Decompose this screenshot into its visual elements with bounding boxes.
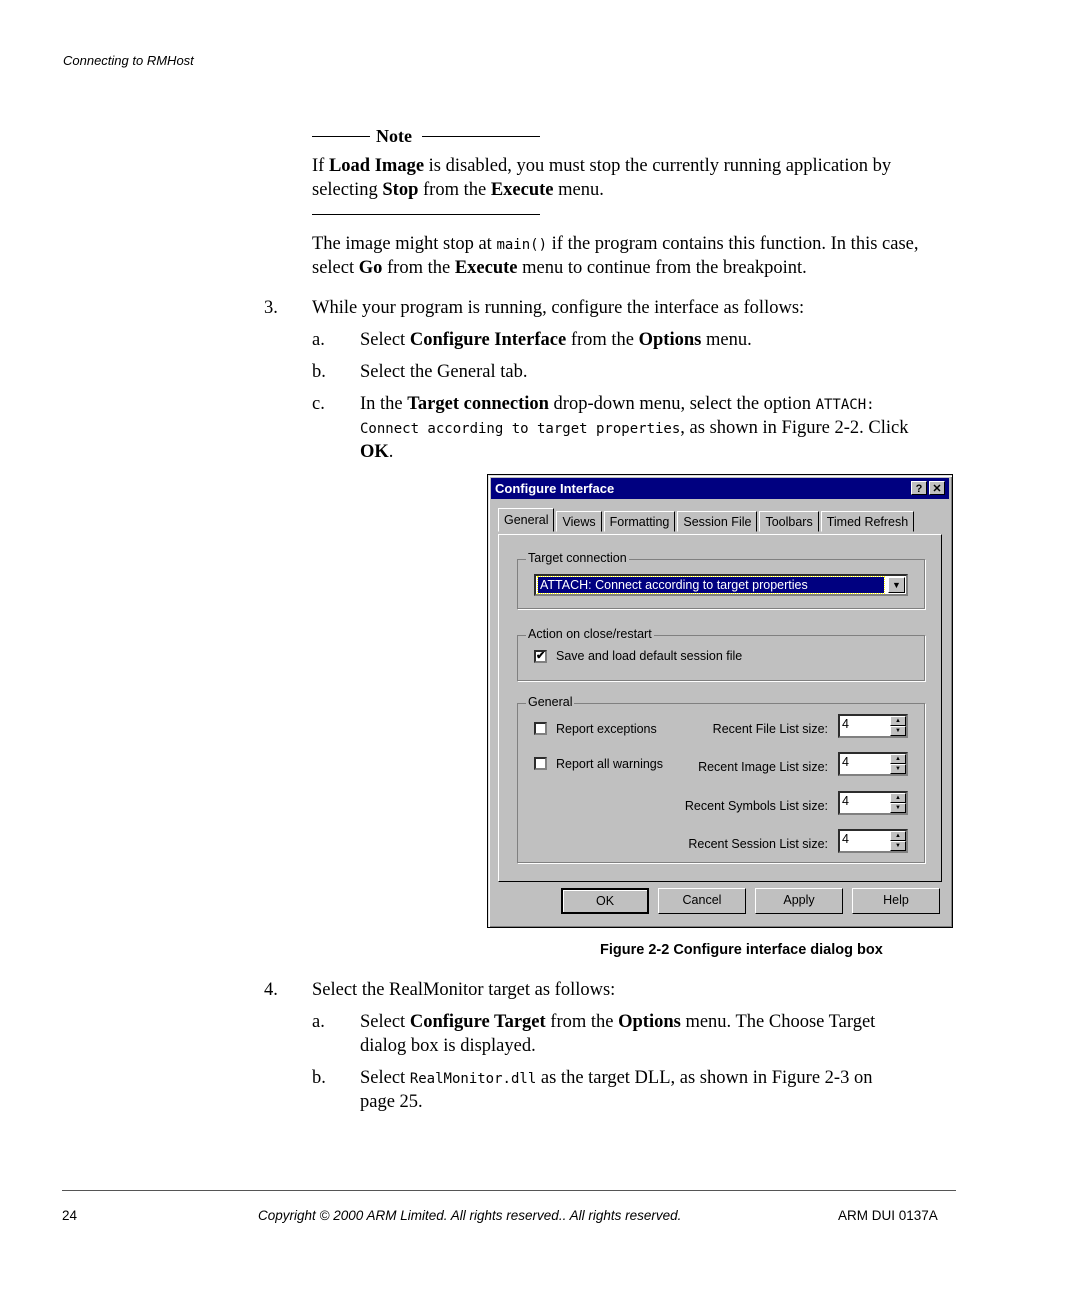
tab-views[interactable]: Views [556,511,602,532]
help-title-button[interactable]: ? [911,481,927,495]
note-body-line1: If Load Image is disabled, you must stop… [312,156,892,176]
para-main-line1: The image might stop at main() if the pr… [312,234,919,254]
para-main-line2: select Go from the Execute menu to conti… [312,258,807,278]
step4-number: 4. [264,980,278,1000]
figure-caption: Figure 2-2 Configure interface dialog bo… [600,942,883,958]
spin-up-icon[interactable]: ▲ [890,716,906,726]
dialog-titlebar: Configure Interface ? ✕ [491,478,949,499]
note-heading: Note [312,126,540,147]
recent-image-label: Recent Image List size: [698,760,828,774]
tab-general[interactable]: General [498,508,555,532]
step3a-label: a. [312,330,325,350]
chevron-down-icon[interactable]: ▼ [888,577,905,593]
step3b-text: Select the General tab. [360,362,528,382]
recent-file-spinner[interactable]: 4 ▲ ▼ [838,714,908,738]
ok-button[interactable]: OK [561,888,649,914]
general-group: General Report exceptions Report all war… [517,695,925,863]
note-body-line2: selecting Stop from the Execute menu. [312,180,604,200]
step4b-text: Select RealMonitor.dll as the target DLL… [360,1068,873,1088]
recent-symbols-spinner[interactable]: 4 ▲ ▼ [838,791,908,815]
recent-session-label: Recent Session List size: [688,837,828,851]
step4b-label: b. [312,1068,326,1088]
recent-image-spinner[interactable]: 4 ▲ ▼ [838,752,908,776]
tab-timed-refresh[interactable]: Timed Refresh [820,511,915,532]
copyright: Copyright © 2000 ARM Limited. All rights… [258,1208,682,1223]
step4a-label: a. [312,1012,325,1032]
step3c-line1: In the Target connection drop-down menu,… [360,394,875,414]
dialog-title: Configure Interface [495,481,615,496]
step3b-label: b. [312,362,326,382]
tab-session-file[interactable]: Session File [677,511,758,532]
step3-text: While your program is running, configure… [312,298,805,318]
tab-formatting[interactable]: Formatting [603,511,676,532]
document-id: ARM DUI 0137A [838,1208,938,1223]
spin-up-icon[interactable]: ▲ [890,793,906,803]
step3a-text: Select Configure Interface from the Opti… [360,330,752,350]
spin-down-icon[interactable]: ▼ [890,803,906,813]
cancel-button[interactable]: Cancel [658,888,746,914]
report-warnings-label: Report all warnings [556,757,663,771]
save-session-label: Save and load default session file [556,649,743,663]
spin-up-icon[interactable]: ▲ [890,754,906,764]
report-exceptions-label: Report exceptions [556,722,657,736]
step4b-line2: page 25. [360,1092,423,1112]
report-exceptions-checkbox[interactable] [534,722,547,735]
step4-text: Select the RealMonitor target as follows… [312,980,616,1000]
report-warnings-checkbox[interactable] [534,757,547,770]
close-icon[interactable]: ✕ [929,481,945,495]
general-tab-panel: Target connection ATTACH: Connect accord… [498,534,942,882]
configure-interface-dialog: Configure Interface ? ✕ General Views Fo… [487,474,953,928]
recent-symbols-label: Recent Symbols List size: [684,799,828,813]
step3c-label: c. [312,394,325,414]
save-session-checkbox[interactable]: ✔ [534,650,547,663]
recent-session-spinner[interactable]: 4 ▲ ▼ [838,829,908,853]
spin-down-icon[interactable]: ▼ [890,726,906,736]
spin-down-icon[interactable]: ▼ [890,841,906,851]
apply-button[interactable]: Apply [755,888,843,914]
step4a-text: Select Configure Target from the Options… [360,1012,876,1032]
recent-file-label: Recent File List size: [712,722,828,736]
tab-strip: General Views Formatting Session File To… [498,508,916,535]
step4a-line2: dialog box is displayed. [360,1036,536,1056]
step3c-line3: OK. [360,442,394,462]
page-number: 24 [62,1208,78,1223]
note-rule [312,214,540,215]
step3-number: 3. [264,298,278,318]
help-button[interactable]: Help [852,888,940,914]
spin-up-icon[interactable]: ▲ [890,831,906,841]
target-connection-select[interactable]: ATTACH: Connect according to target prop… [534,574,908,596]
tab-toolbars[interactable]: Toolbars [759,511,819,532]
spin-down-icon[interactable]: ▼ [890,764,906,774]
step3c-line2: Connect according to target properties, … [360,418,909,438]
running-header: Connecting to RMHost [63,53,194,68]
target-connection-group: Target connection ATTACH: Connect accord… [517,551,925,609]
footer-rule [62,1190,956,1191]
action-close-restart-group: Action on close/restart ✔ Save and load … [517,627,925,681]
target-connection-value: ATTACH: Connect according to target prop… [537,576,885,594]
